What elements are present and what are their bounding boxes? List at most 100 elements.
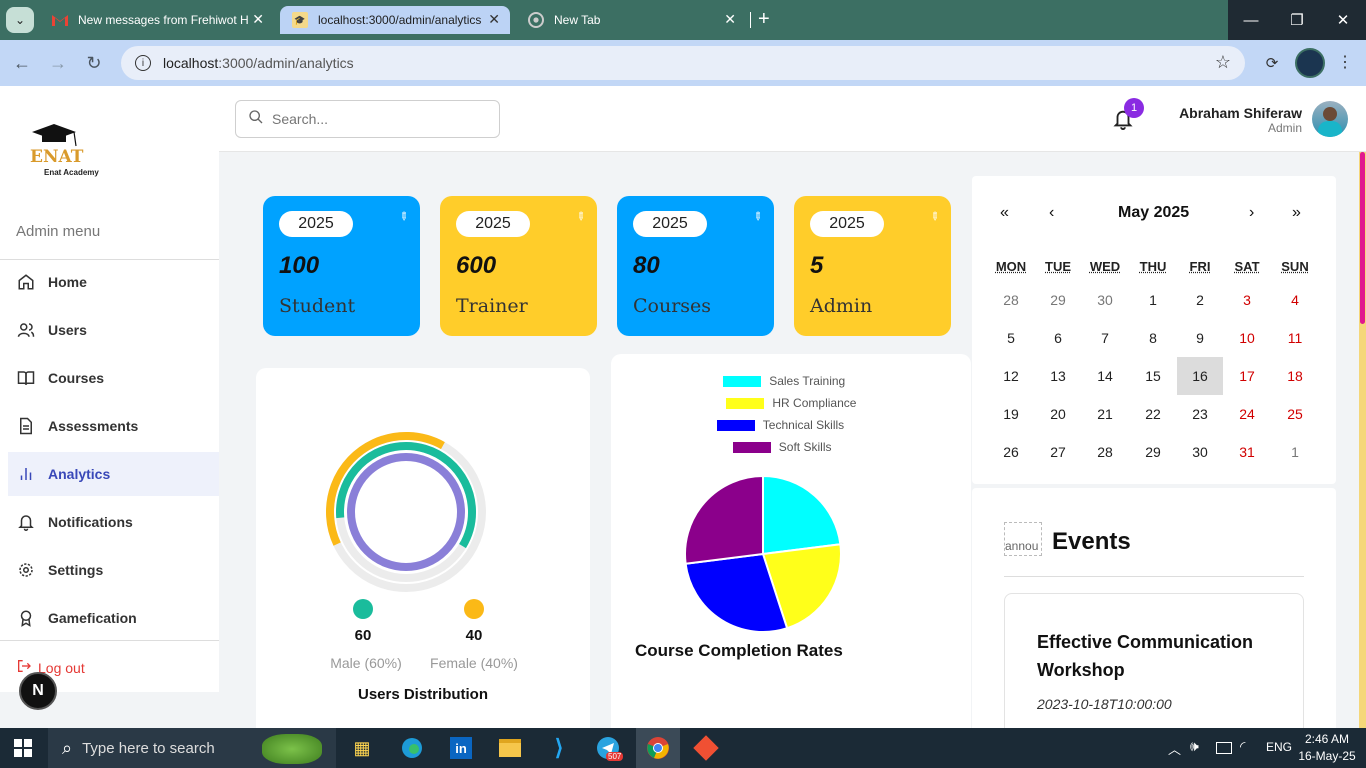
reload-icon[interactable]: ↻: [83, 52, 105, 74]
language-indicator[interactable]: ENG: [1266, 740, 1292, 754]
sidebar-item-courses[interactable]: Courses: [8, 356, 219, 400]
git-tool-icon[interactable]: [690, 732, 722, 764]
sidebar-item-notifications[interactable]: Notifications: [8, 500, 219, 544]
calendar-day[interactable]: 10: [1224, 319, 1270, 357]
tab-gmail[interactable]: New messages from Frehiwot H ✕: [40, 6, 274, 34]
year-badge[interactable]: 2025: [456, 211, 530, 237]
tab-search-button[interactable]: ⌄: [6, 7, 34, 33]
calendar-day[interactable]: 16: [1177, 357, 1223, 395]
windows-start-icon[interactable]: [14, 739, 32, 762]
calendar-day[interactable]: 6: [1035, 319, 1081, 357]
calendar-day[interactable]: 4: [1272, 281, 1318, 319]
calendar-day[interactable]: 30: [1082, 281, 1128, 319]
taskbar-clock[interactable]: 2:46 AM 16-May-25: [1296, 731, 1358, 765]
sidebar-item-analytics[interactable]: Analytics: [8, 452, 219, 496]
calendar-day[interactable]: 28: [1082, 433, 1128, 471]
edit-pencil-icon[interactable]: ✎: [750, 209, 766, 224]
calendar-day[interactable]: 27: [1035, 433, 1081, 471]
stat-card-admins[interactable]: 2025 ✎ 5 Admin: [794, 196, 951, 336]
browser-menu-icon[interactable]: ⋮: [1337, 52, 1353, 72]
forward-arrow-icon[interactable]: →: [47, 52, 69, 74]
event-item[interactable]: Effective Communication Workshop 2023-10…: [1004, 593, 1304, 728]
calendar-day[interactable]: 9: [1177, 319, 1223, 357]
minimize-icon[interactable]: —: [1228, 0, 1274, 40]
calendar-day[interactable]: 5: [988, 319, 1034, 357]
close-icon[interactable]: ✕: [724, 11, 736, 28]
taskbar-search[interactable]: ⌕ Type here to search: [48, 728, 336, 768]
battery-icon[interactable]: [1216, 742, 1232, 754]
stat-card-students[interactable]: 2025 ✎ 100 Student: [263, 196, 420, 336]
edge-icon[interactable]: [396, 732, 428, 764]
legend-item[interactable]: HR Compliance: [726, 396, 856, 410]
file-explorer-icon[interactable]: [494, 732, 526, 764]
calendar-day[interactable]: 18: [1272, 357, 1318, 395]
extensions-icon[interactable]: ⟳: [1262, 53, 1282, 73]
search-input[interactable]: [272, 111, 472, 127]
volume-icon[interactable]: 🕪: [1190, 738, 1199, 755]
avatar[interactable]: [1312, 101, 1348, 137]
user-info[interactable]: Abraham Shiferaw Admin: [1179, 105, 1302, 135]
new-tab-plus-icon[interactable]: +: [758, 8, 770, 31]
calendar-day[interactable]: 22: [1130, 395, 1176, 433]
page-scrollbar[interactable]: [1359, 152, 1366, 728]
sidebar-item-gamefication[interactable]: Gamefication: [8, 596, 219, 640]
calendar-day[interactable]: 1: [1272, 433, 1318, 471]
calendar-day[interactable]: 15: [1130, 357, 1176, 395]
calendar-day[interactable]: 30: [1177, 433, 1223, 471]
logout-button[interactable]: Log out: [16, 658, 85, 677]
calendar-day[interactable]: 29: [1130, 433, 1176, 471]
calendar-day[interactable]: 8: [1130, 319, 1176, 357]
calendar-day[interactable]: 13: [1035, 357, 1081, 395]
close-icon[interactable]: ✕: [488, 11, 500, 28]
edit-pencil-icon[interactable]: ✎: [396, 209, 412, 224]
calendar-day[interactable]: 23: [1177, 395, 1223, 433]
tab-new-tab[interactable]: New Tab ✕: [516, 6, 746, 34]
calendar-day[interactable]: 19: [988, 395, 1034, 433]
calendar-day[interactable]: 1: [1130, 281, 1176, 319]
calendar-day[interactable]: 7: [1082, 319, 1128, 357]
bookmark-star-icon[interactable]: ☆: [1215, 52, 1231, 73]
year-badge[interactable]: 2025: [633, 211, 707, 237]
sidebar-item-assessments[interactable]: Assessments: [8, 404, 219, 448]
calendar-day[interactable]: 24: [1224, 395, 1270, 433]
tab-analytics[interactable]: 🎓 localhost:3000/admin/analytics ✕: [280, 6, 510, 34]
back-arrow-icon[interactable]: ←: [11, 52, 33, 74]
calendar-day[interactable]: 17: [1224, 357, 1270, 395]
year-badge[interactable]: 2025: [810, 211, 884, 237]
calendar-day[interactable]: 14: [1082, 357, 1128, 395]
vscode-icon[interactable]: ⟩: [543, 732, 575, 764]
linkedin-icon[interactable]: in: [445, 732, 477, 764]
nextjs-devtools-button[interactable]: N: [19, 672, 57, 710]
wifi-icon[interactable]: ◜: [1240, 738, 1245, 755]
year-badge[interactable]: 2025: [279, 211, 353, 237]
address-bar[interactable]: i localhost:3000/admin/analytics ☆: [121, 46, 1245, 80]
search-box[interactable]: [235, 100, 500, 138]
sidebar-item-home[interactable]: Home: [8, 260, 219, 304]
prev-year-button[interactable]: «: [1000, 204, 1009, 222]
calendar-month-label[interactable]: May 2025: [1118, 204, 1189, 222]
calendar-day[interactable]: 11: [1272, 319, 1318, 357]
notification-bell-button[interactable]: 1: [1112, 98, 1144, 135]
legend-item[interactable]: Soft Skills: [732, 440, 831, 454]
stat-card-trainers[interactable]: 2025 ✎ 600 Trainer: [440, 196, 597, 336]
tray-overflow-chevron-icon[interactable]: ︿: [1168, 739, 1181, 758]
calendar-day[interactable]: 2: [1177, 281, 1223, 319]
sidebar-item-users[interactable]: Users: [8, 308, 219, 352]
calendar-day[interactable]: 29: [1035, 281, 1081, 319]
calendar-day[interactable]: 20: [1035, 395, 1081, 433]
close-window-icon[interactable]: ✕: [1320, 0, 1366, 40]
next-year-button[interactable]: »: [1292, 204, 1301, 222]
calendar-day[interactable]: 31: [1224, 433, 1270, 471]
pie-slice-soft-skills[interactable]: [684, 474, 764, 565]
restore-icon[interactable]: ❐: [1274, 0, 1320, 40]
sidebar-item-settings[interactable]: Settings: [8, 548, 219, 592]
calendar-day[interactable]: 28: [988, 281, 1034, 319]
pie-slice-sales-training[interactable]: [762, 474, 842, 556]
close-icon[interactable]: ✕: [252, 11, 264, 28]
prev-month-button[interactable]: ‹: [1049, 204, 1054, 222]
site-info-icon[interactable]: i: [135, 55, 151, 71]
legend-item[interactable]: Sales Training: [723, 374, 845, 388]
microsoft-store-icon[interactable]: ▦: [346, 732, 378, 764]
stat-card-courses[interactable]: 2025 ✎ 80 Courses: [617, 196, 774, 336]
calendar-day[interactable]: 25: [1272, 395, 1318, 433]
